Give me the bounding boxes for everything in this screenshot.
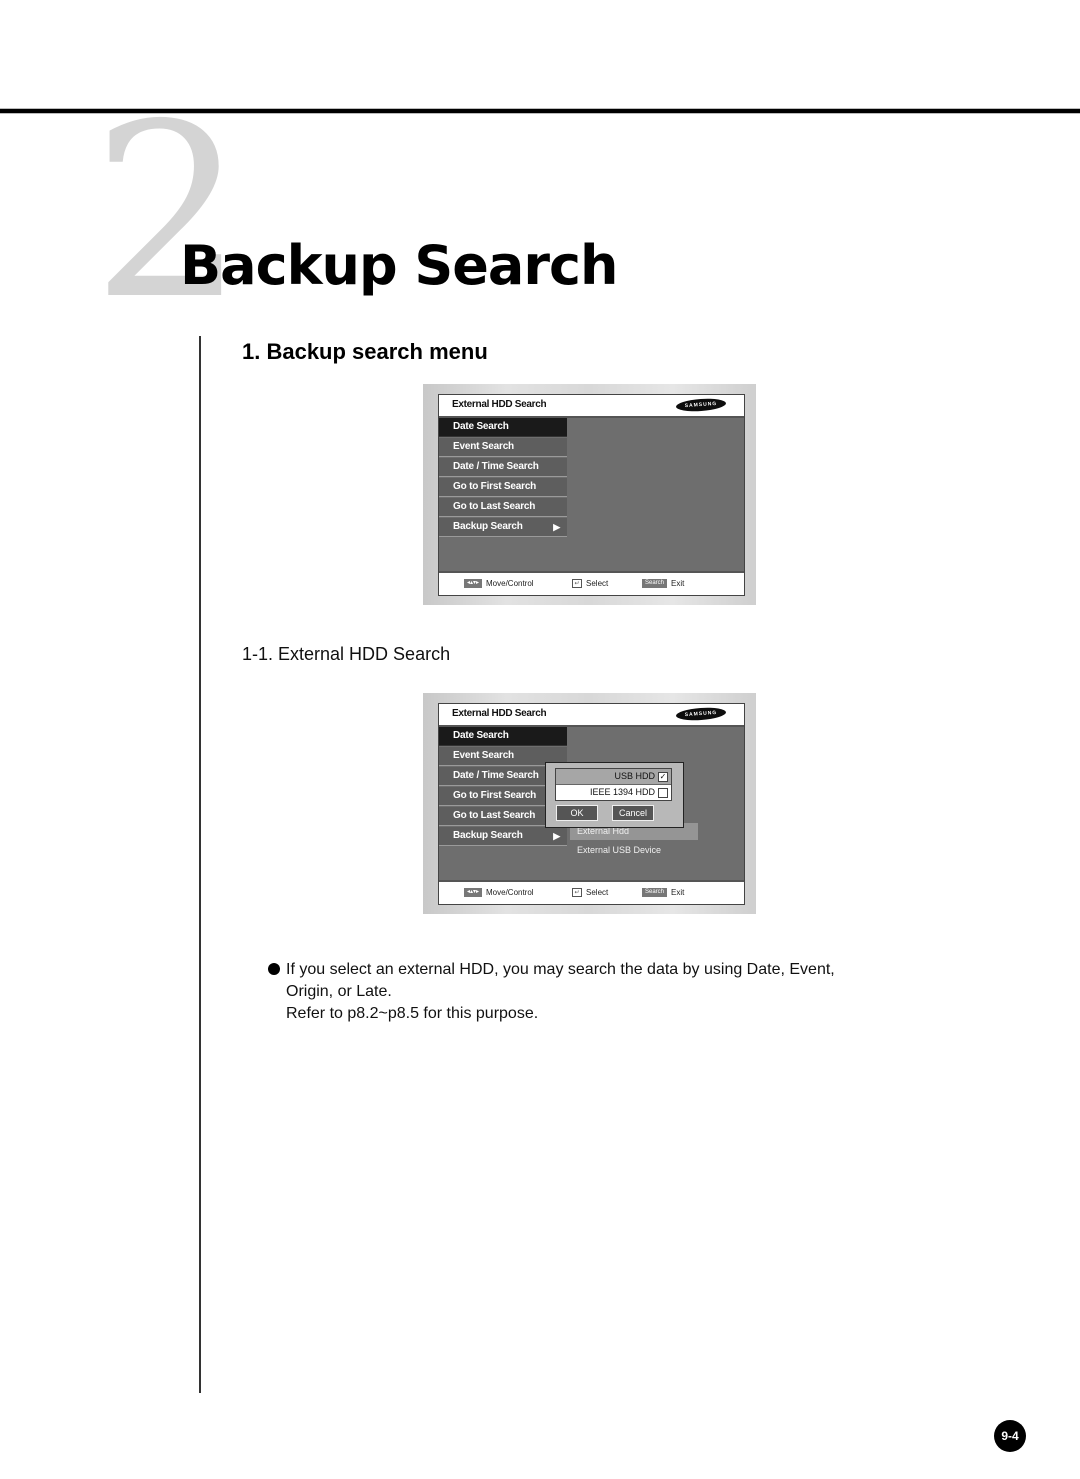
menu-item-label: Event Search: [453, 441, 514, 452]
exit-label: Exit: [671, 888, 685, 897]
menu-item-go-to-first-search[interactable]: Go to First Search: [439, 478, 567, 497]
menu-item-label: Date / Time Search: [453, 770, 539, 781]
menu-item-label: Event Search: [453, 750, 514, 761]
subsection-heading: 1-1. External HDD Search: [242, 644, 451, 664]
menu-item-label: Go to Last Search: [453, 810, 536, 821]
menu-item-event-search[interactable]: Event Search: [439, 438, 567, 457]
move-arrows-icon: ◂▴▾▸: [464, 888, 482, 897]
menu-item-label: Go to Last Search: [453, 501, 536, 512]
osd-title: External HDD Search: [452, 399, 547, 410]
option-label: IEEE 1394 HDD: [589, 787, 655, 797]
vertical-rule: [199, 336, 201, 1393]
move-control-label: Move/Control: [486, 888, 534, 897]
hdd-type-dialog: USB HDD ✓ IEEE 1394 HDD OK Cancel: [545, 762, 684, 828]
search-key-icon: Search: [642, 579, 668, 588]
osd-title: External HDD Search: [452, 708, 547, 719]
exit-label: Exit: [671, 579, 685, 588]
enter-icon: ↵: [572, 579, 582, 588]
search-key-icon: Search: [642, 888, 668, 897]
menu-item-go-to-last-search[interactable]: Go to Last Search: [439, 498, 567, 517]
move-control-label: Move/Control: [486, 579, 534, 588]
screenshot-backup-menu: External HDD Search SAMSUNG Date Search …: [423, 384, 756, 605]
osd-title-bar: External HDD Search SAMSUNG: [439, 395, 744, 418]
backup-submenu: External Hdd External USB Device: [570, 823, 698, 861]
page-number-badge: 9-4: [994, 1420, 1026, 1452]
checkbox-checked-icon[interactable]: ✓: [658, 772, 668, 782]
menu-item-label: Backup Search: [453, 830, 523, 841]
body-paragraph: If you select an external HDD, you may s…: [268, 959, 928, 1025]
samsung-logo-icon: SAMSUNG: [675, 397, 727, 413]
menu-item-label: Go to First Search: [453, 481, 537, 492]
enter-icon: ↵: [572, 888, 582, 897]
move-arrows-icon: ◂▴▾▸: [464, 579, 482, 588]
checkbox-unchecked-icon[interactable]: [658, 788, 668, 798]
body-line-3: Refer to p8.2~p8.5 for this purpose.: [286, 1005, 539, 1022]
select-label: Select: [586, 579, 609, 588]
cancel-button[interactable]: Cancel: [612, 805, 654, 821]
option-label: USB HDD: [614, 771, 655, 781]
osd-panel: External HDD Search SAMSUNG Date Search …: [438, 394, 745, 596]
osd-title-bar: External HDD Search SAMSUNG: [439, 704, 744, 727]
osd-menu: Date Search Event Search Date / Time Sea…: [439, 418, 567, 538]
menu-item-label: Go to First Search: [453, 790, 537, 801]
section-heading: 1. Backup search menu: [242, 339, 488, 364]
hdd-type-options: USB HDD ✓ IEEE 1394 HDD: [555, 768, 672, 801]
osd-status-bar: ◂▴▾▸ Move/Control ↵ Select Search Exit: [439, 571, 744, 595]
body-line-2: Origin, or Late.: [286, 983, 392, 1000]
menu-item-date-search[interactable]: Date Search: [439, 727, 567, 746]
menu-item-label: Backup Search: [453, 521, 523, 532]
menu-item-label: Date / Time Search: [453, 461, 539, 472]
menu-item-label: Date Search: [453, 730, 509, 741]
samsung-logo-icon: SAMSUNG: [675, 706, 727, 722]
menu-item-label: Date Search: [453, 421, 509, 432]
menu-item-backup-search[interactable]: Backup Search ▶: [439, 518, 567, 537]
submenu-item-external-usb-device[interactable]: External USB Device: [570, 842, 698, 859]
chapter-title: Backup Search: [180, 234, 618, 297]
menu-item-date-search[interactable]: Date Search: [439, 418, 567, 437]
osd-panel: External HDD Search SAMSUNG Date Search …: [438, 703, 745, 905]
option-usb-hdd[interactable]: USB HDD ✓: [556, 769, 671, 785]
osd-status-bar: ◂▴▾▸ Move/Control ↵ Select Search Exit: [439, 880, 744, 904]
submenu-arrow-icon: ▶: [553, 831, 560, 841]
menu-item-backup-search[interactable]: Backup Search ▶: [439, 827, 567, 846]
screenshot-external-hdd-search: External HDD Search SAMSUNG Date Search …: [423, 693, 756, 914]
body-line-1: If you select an external HDD, you may s…: [286, 961, 835, 978]
ok-button[interactable]: OK: [556, 805, 598, 821]
select-label: Select: [586, 888, 609, 897]
submenu-arrow-icon: ▶: [553, 522, 560, 532]
option-ieee1394-hdd[interactable]: IEEE 1394 HDD: [556, 785, 671, 800]
bullet-icon: [268, 963, 280, 975]
menu-item-date-time-search[interactable]: Date / Time Search: [439, 458, 567, 477]
